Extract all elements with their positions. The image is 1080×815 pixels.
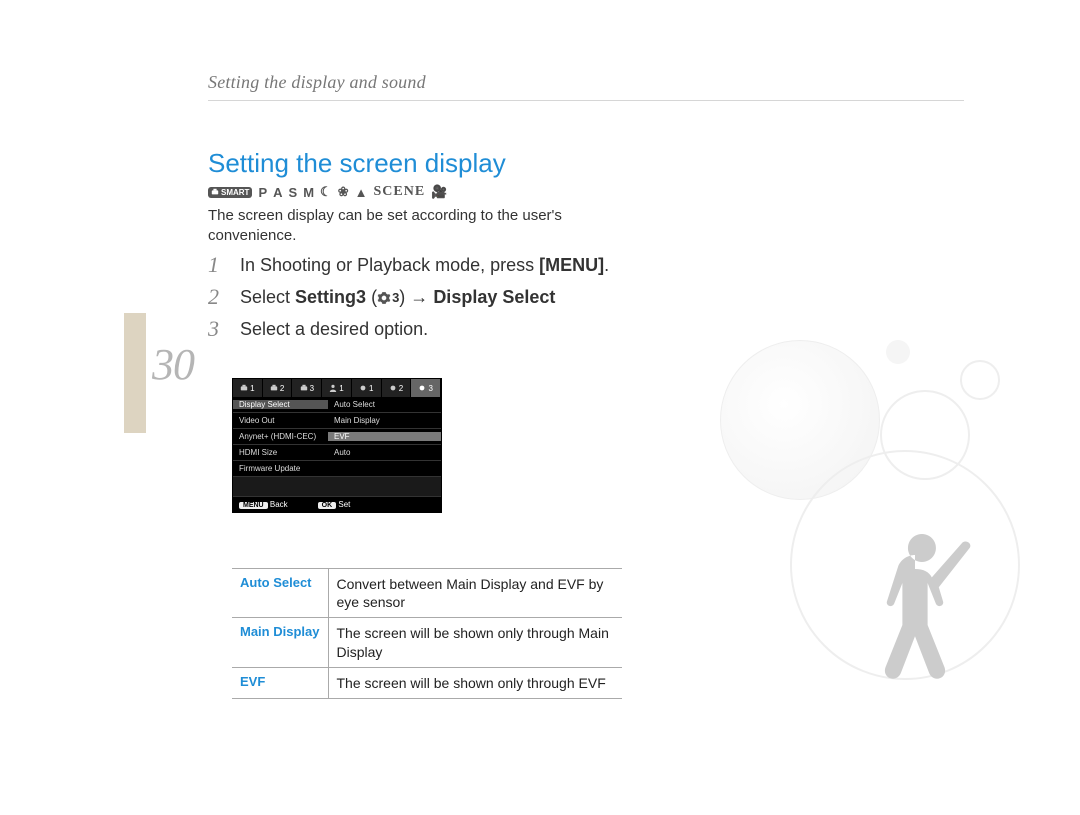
mode-a: A — [273, 185, 282, 200]
camera-menu-body: Display Select Auto Select Video Out Mai… — [233, 397, 441, 497]
menu-row-hdmi-size: HDMI Size Auto — [233, 445, 441, 461]
breadcrumb: Setting the display and sound — [208, 72, 426, 93]
camera-menu-screenshot: 1 2 3 1 1 2 3 Display Select Auto Select… — [232, 378, 442, 513]
step-1: 1 In Shooting or Playback mode, press [M… — [208, 252, 628, 278]
table-row: EVF The screen will be shown only throug… — [232, 667, 622, 698]
bg-circle — [720, 340, 880, 500]
bg-circle — [790, 450, 1020, 680]
mountain-icon: ▲ — [355, 185, 368, 200]
menu-tab-gear-3: 3 — [411, 379, 441, 397]
gear-3-icon: 3 — [377, 289, 399, 307]
background-art — [680, 300, 1040, 720]
step-number: 2 — [208, 284, 226, 310]
scene-label: SCENE — [373, 184, 425, 200]
page-number: 30 — [152, 339, 194, 390]
moon-icon: ☾ — [320, 184, 332, 200]
menu-row-anynet: Anynet+ (HDMI-CEC) EVF — [233, 429, 441, 445]
header-divider — [208, 100, 964, 101]
options-table: Auto Select Convert between Main Display… — [232, 568, 622, 699]
menu-ok: OK Set — [318, 500, 351, 509]
option-desc: Convert between Main Display and EVF by … — [328, 569, 622, 618]
flower-icon: ❀ — [338, 184, 349, 200]
menu-gap — [233, 477, 441, 497]
menu-row-video-out: Video Out Main Display — [233, 413, 441, 429]
steps-list: 1 In Shooting or Playback mode, press [M… — [208, 252, 628, 348]
bg-circle — [960, 360, 1000, 400]
step-2: 2 Select Setting3 ( 3 ) → Display Select — [208, 284, 628, 310]
option-name: EVF — [232, 667, 328, 698]
mode-strip: SMART P A S M ☾ ❀ ▲ SCENE 🎥 — [208, 184, 447, 200]
option-desc: The screen will be shown only through Ma… — [328, 618, 622, 667]
bg-circle — [880, 390, 970, 480]
mode-s: S — [289, 185, 298, 200]
child-silhouette — [845, 510, 985, 810]
intro-text: The screen display can be set according … — [208, 206, 608, 247]
camera-menu-tabs: 1 2 3 1 1 2 3 — [233, 379, 441, 397]
menu-tab-gear-1: 1 — [352, 379, 382, 397]
option-name: Main Display — [232, 618, 328, 667]
step-text: Select Setting3 ( 3 ) → Display Select — [240, 284, 555, 309]
menu-back: MENU Back — [239, 500, 288, 509]
bg-circle — [886, 340, 910, 364]
step-number: 3 — [208, 316, 226, 342]
option-desc: The screen will be shown only through EV… — [328, 667, 622, 698]
smart-mode-icon: SMART — [208, 187, 252, 198]
option-name: Auto Select — [232, 569, 328, 618]
menu-tab-camera-2: 2 — [263, 379, 293, 397]
step-text: Select a desired option. — [240, 316, 428, 341]
section-title: Setting the screen display — [208, 148, 506, 179]
table-row: Main Display The screen will be shown on… — [232, 618, 622, 667]
menu-tab-camera-3: 3 — [292, 379, 322, 397]
menu-tab-user-1: 1 — [322, 379, 352, 397]
page-tab — [124, 313, 146, 433]
step-3: 3 Select a desired option. — [208, 316, 628, 342]
video-icon: 🎥 — [431, 184, 447, 200]
step-text: In Shooting or Playback mode, press [MEN… — [240, 252, 609, 277]
menu-row-display-select: Display Select Auto Select — [233, 397, 441, 413]
mode-p: P — [258, 185, 267, 200]
mode-m: M — [303, 185, 314, 200]
menu-tab-camera-1: 1 — [233, 379, 263, 397]
table-row: Auto Select Convert between Main Display… — [232, 569, 622, 618]
menu-row-firmware: Firmware Update — [233, 461, 441, 477]
step-number: 1 — [208, 252, 226, 278]
smart-label: SMART — [221, 188, 249, 197]
menu-tab-gear-2: 2 — [382, 379, 412, 397]
camera-menu-footer: MENU Back OK Set — [233, 497, 441, 512]
